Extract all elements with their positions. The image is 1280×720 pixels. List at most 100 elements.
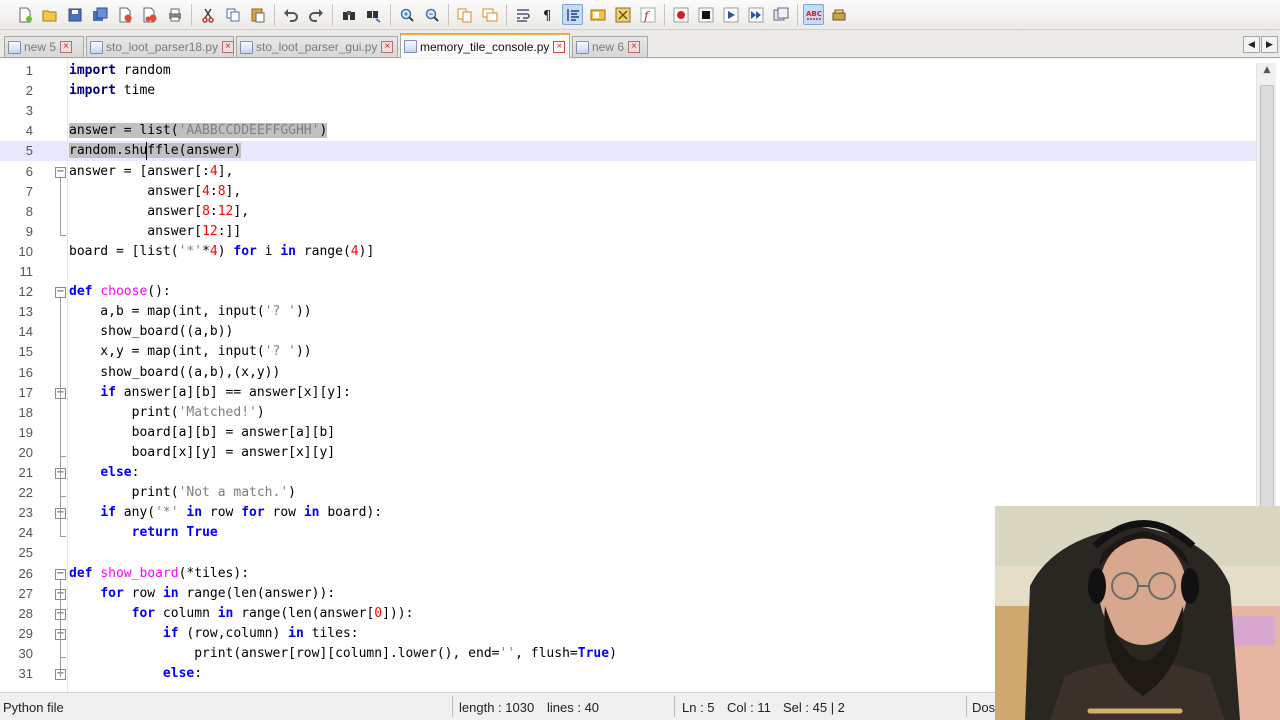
show-all-characters-icon[interactable]: ¶: [537, 4, 558, 25]
scroll-up-arrow-icon[interactable]: ▲: [1259, 65, 1275, 80]
close-tab-icon[interactable]: ×: [222, 41, 235, 53]
code-line[interactable]: 17− if answer[a][b] == answer[x][y]:: [0, 383, 1256, 403]
file-icon: [240, 40, 253, 54]
fold-end-marker: [60, 536, 66, 538]
user-defined-language-icon[interactable]: [587, 4, 608, 25]
close-tab-icon[interactable]: ×: [60, 41, 73, 53]
code-text: for column in range(len(answer[0])):: [131, 605, 414, 621]
tab-memory-tile-console[interactable]: memory_tile_console.py ×: [400, 33, 570, 58]
tab-new-6[interactable]: new 6 ×: [572, 36, 648, 57]
sync-horizontal-scroll-icon[interactable]: [479, 4, 500, 25]
status-divider: [674, 696, 675, 717]
code-line[interactable]: 9 answer[12:]]: [0, 222, 1256, 242]
function-list-icon[interactable]: f: [637, 4, 658, 25]
code-line[interactable]: 22 print('Not a match.'): [0, 483, 1256, 503]
open-file-icon[interactable]: [39, 4, 60, 25]
save-macro-icon[interactable]: [770, 4, 791, 25]
close-tab-icon[interactable]: ×: [628, 41, 641, 53]
code-line[interactable]: 20 board[x][y] = answer[x][y]: [0, 443, 1256, 463]
code-line[interactable]: 12 − def choose():: [0, 282, 1256, 302]
close-tab-icon[interactable]: ×: [553, 40, 566, 53]
line-number: 27: [18, 585, 33, 601]
code-text: answer[8:12],: [69, 203, 250, 219]
webcam-video-frame: [995, 506, 1280, 720]
run-macro-multiple-icon[interactable]: [745, 4, 766, 25]
tab-scroll-left-icon[interactable]: ◀: [1243, 36, 1260, 53]
code-line[interactable]: 6 − answer = [answer[:4],: [0, 162, 1256, 182]
zoom-out-icon[interactable]: [421, 4, 442, 25]
webcam-overlay: [995, 506, 1280, 720]
sync-vertical-scroll-icon[interactable]: [454, 4, 475, 25]
file-type-label: Python file: [3, 700, 64, 715]
code-line[interactable]: 15 x,y = map(int, input('? ')): [0, 342, 1256, 362]
fold-toggle-icon[interactable]: −: [55, 166, 66, 178]
line-number: 26: [18, 565, 33, 581]
copy-icon[interactable]: [222, 4, 243, 25]
tab-sto-loot-parser18[interactable]: sto_loot_parser18.py ×: [86, 36, 235, 57]
toolbar-separator: [797, 3, 798, 26]
code-line[interactable]: 21− else:: [0, 463, 1256, 483]
tab-label: sto_loot_parser18.py: [106, 40, 219, 54]
code-line[interactable]: 4 answer = list('AABBCCDDEEFFGGHH'): [0, 121, 1256, 141]
code-line[interactable]: 16 show_board((a,b),(x,y)): [0, 363, 1256, 383]
redo-icon[interactable]: [305, 4, 326, 25]
stop-recording-icon[interactable]: [695, 4, 716, 25]
line-number: 12: [18, 284, 33, 300]
code-line[interactable]: 19 board[a][b] = answer[a][b]: [0, 423, 1256, 443]
trash-icon[interactable]: [828, 4, 849, 25]
print-icon[interactable]: [164, 4, 185, 25]
code-text: else:: [100, 465, 140, 480]
new-file-icon[interactable]: [14, 4, 35, 25]
current-code-line[interactable]: 5 random.shuffle(answer): [0, 141, 1256, 162]
code-text: def show_board(*tiles):: [69, 565, 250, 581]
scrollbar-thumb[interactable]: [1260, 85, 1274, 565]
find-icon[interactable]: [338, 4, 359, 25]
code-line[interactable]: 8 answer[8:12],: [0, 202, 1256, 222]
spell-check-icon[interactable]: ABC: [803, 4, 824, 25]
code-line[interactable]: 14 show_board((a,b)): [0, 322, 1256, 342]
code-line[interactable]: 18 print('Matched!'): [0, 403, 1256, 423]
undo-icon[interactable]: [280, 4, 301, 25]
code-line[interactable]: 13 a,b = map(int, input('? ')): [0, 302, 1256, 322]
code-line[interactable]: 10 board = [list('*'*4) for i in range(4)…: [0, 242, 1256, 262]
fold-guide-line: [60, 298, 61, 537]
save-all-icon[interactable]: [89, 4, 110, 25]
close-file-icon[interactable]: [114, 4, 135, 25]
fold-toggle-icon[interactable]: −: [55, 287, 66, 299]
code-line[interactable]: 1 import random: [0, 61, 1256, 81]
code-text: else:: [162, 666, 203, 681]
word-wrap-icon[interactable]: [512, 4, 533, 25]
record-macro-icon[interactable]: [670, 4, 691, 25]
save-icon[interactable]: [64, 4, 85, 25]
code-text: answer[4:8],: [69, 183, 242, 199]
code-line[interactable]: 7 answer[4:8],: [0, 182, 1256, 202]
indent-guide-icon[interactable]: [562, 4, 583, 25]
play-macro-icon[interactable]: [720, 4, 741, 25]
tab-sto-loot-parser-gui[interactable]: sto_loot_parser_gui.py ×: [236, 36, 398, 57]
line-number: 5: [25, 143, 33, 159]
line-number: 30: [18, 645, 33, 661]
document-map-icon[interactable]: [612, 4, 633, 25]
tab-new-5[interactable]: new 5 ×: [4, 36, 84, 57]
line-number: 31: [18, 666, 33, 681]
tab-scroll-right-icon[interactable]: ▶: [1261, 36, 1278, 53]
cut-icon[interactable]: [197, 4, 218, 25]
line-number: 25: [18, 545, 33, 561]
line-number: 1: [25, 63, 33, 78]
code-line[interactable]: 2 import time: [0, 81, 1256, 101]
code-line[interactable]: 11: [0, 262, 1256, 282]
paste-icon[interactable]: [247, 4, 268, 25]
fold-toggle-icon[interactable]: −: [55, 568, 66, 580]
code-line[interactable]: 3: [0, 101, 1256, 121]
line-number: 29: [18, 625, 33, 641]
code-text: print('Matched!'): [69, 404, 265, 420]
close-tab-icon[interactable]: ×: [381, 41, 394, 53]
replace-icon[interactable]: [363, 4, 384, 25]
line-number: 2: [25, 83, 33, 99]
line-number: 28: [18, 605, 33, 621]
zoom-in-icon[interactable]: [396, 4, 417, 25]
code-text: if any('*' in row for row in board):: [100, 505, 383, 521]
code-text: show_board((a,b)): [69, 324, 234, 340]
status-divider: [452, 696, 453, 717]
close-all-icon[interactable]: [139, 4, 160, 25]
